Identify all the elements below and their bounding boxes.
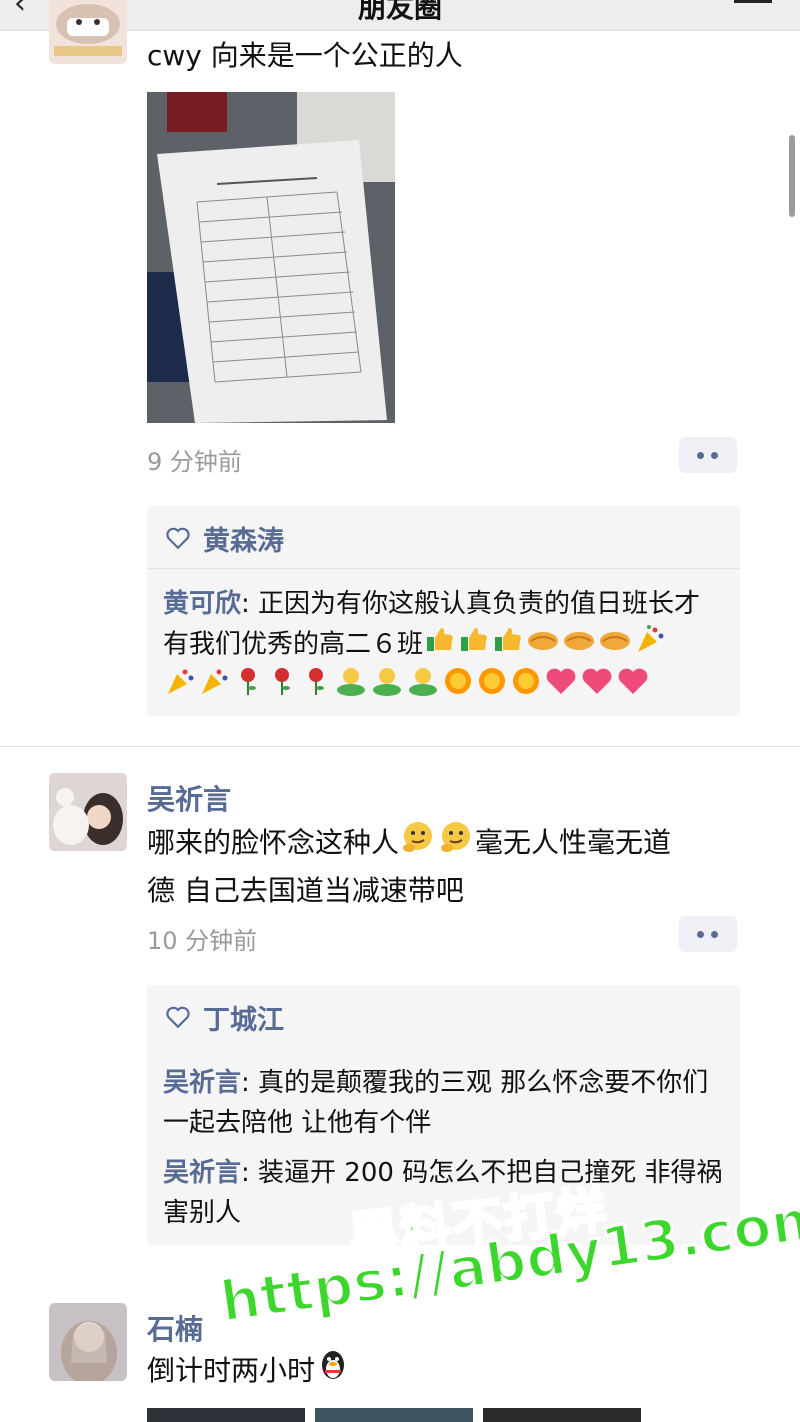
qq-penguin-icon xyxy=(317,1348,349,1396)
avatar[interactable] xyxy=(49,0,127,64)
author-name[interactable]: 吴祈言 xyxy=(147,778,231,818)
handshake-icon xyxy=(599,625,631,665)
avatar[interactable] xyxy=(49,773,127,851)
heart-emoji-icon xyxy=(545,667,577,707)
more-actions-button[interactable] xyxy=(679,437,737,473)
party-popper-icon xyxy=(199,666,229,708)
dot-icon xyxy=(711,931,718,938)
post-photo[interactable] xyxy=(147,92,395,423)
comment-item[interactable]: 吴祈言: 真的是颠覆我的三观 那么怀念要不你们一起去陪他 让他有个伴 xyxy=(163,1063,723,1143)
avatar-image xyxy=(49,1303,127,1381)
avatar-image xyxy=(49,773,127,851)
post-text: 倒计时两小时 xyxy=(147,1348,351,1396)
thumbs-up-icon xyxy=(425,625,455,665)
thinking-face-icon xyxy=(401,820,435,868)
heart-icon xyxy=(166,527,190,550)
liker-name[interactable]: 丁城江 xyxy=(203,998,284,1037)
comment-author[interactable]: 黄可欣 xyxy=(163,589,241,619)
post-time: 10 分钟前 xyxy=(147,927,258,955)
avatar-image xyxy=(54,4,122,56)
interaction-box: 黄森涛 黄可欣: 正因为有你这般认真负责的值日班长才有我们优秀的高二６班 xyxy=(147,506,740,716)
post-text: 哪来的脸怀念这种人 毫无人性毫无道 德 自己去国道当减速带吧 xyxy=(147,820,671,914)
post-separator xyxy=(0,746,800,747)
post-text-line1: 倒计时两小时 xyxy=(147,1354,316,1387)
thinking-face-icon xyxy=(439,820,473,868)
post-photo[interactable] xyxy=(147,1408,305,1422)
comment-separator: : xyxy=(241,1068,259,1098)
dot-icon xyxy=(697,452,704,459)
comment-author[interactable]: 吴祈言 xyxy=(163,1158,241,1188)
sun-icon xyxy=(511,666,541,708)
hug-icon xyxy=(371,666,403,708)
avatar[interactable] xyxy=(49,1303,127,1381)
post-text-line1: 哪来的脸怀念这种人 xyxy=(147,826,400,859)
post-time: 9 分钟前 xyxy=(147,448,242,476)
rose-icon xyxy=(267,666,297,708)
hug-icon xyxy=(407,666,439,708)
more-actions-button[interactable] xyxy=(679,916,737,952)
heart-emoji-icon xyxy=(581,667,613,707)
comment-author[interactable]: 吴祈言 xyxy=(163,1068,241,1098)
rose-icon xyxy=(301,666,331,708)
party-popper-icon xyxy=(165,666,195,708)
post-text-line1b: 毫无人性毫无道 xyxy=(475,826,672,859)
heart-emoji-icon xyxy=(617,667,649,707)
sun-icon xyxy=(443,666,473,708)
dot-icon xyxy=(697,931,704,938)
hug-icon xyxy=(335,666,367,708)
document-photo-image xyxy=(147,92,395,423)
likes-row[interactable]: 丁城江 xyxy=(165,987,284,1047)
handshake-icon xyxy=(527,625,559,665)
author-name[interactable]: 石楠 xyxy=(147,1308,203,1348)
camera-icon[interactable] xyxy=(734,0,772,3)
post-text-line2: 德 自己去国道当减速带吧 xyxy=(147,874,464,907)
comment-item[interactable]: 黄可欣: 正因为有你这般认真负责的值日班长才有我们优秀的高二６班 xyxy=(163,584,723,708)
scrollbar[interactable] xyxy=(789,135,795,217)
likes-row[interactable]: 黄森涛 xyxy=(165,508,284,568)
liker-name[interactable]: 黄森涛 xyxy=(203,519,284,558)
post-photo[interactable] xyxy=(315,1408,473,1422)
party-popper-icon xyxy=(635,624,665,666)
thumbs-up-icon xyxy=(459,625,489,665)
comment-separator: : xyxy=(241,589,259,619)
post-text: cwy 向来是一个公正的人 xyxy=(147,39,463,72)
dot-icon xyxy=(711,452,718,459)
comment-separator: : xyxy=(241,1158,259,1188)
sun-icon xyxy=(477,666,507,708)
thumbs-up-icon xyxy=(493,625,523,665)
rose-icon xyxy=(233,666,263,708)
divider xyxy=(147,568,740,569)
post-photo[interactable] xyxy=(483,1408,641,1422)
heart-icon xyxy=(166,1006,190,1029)
handshake-icon xyxy=(563,625,595,665)
